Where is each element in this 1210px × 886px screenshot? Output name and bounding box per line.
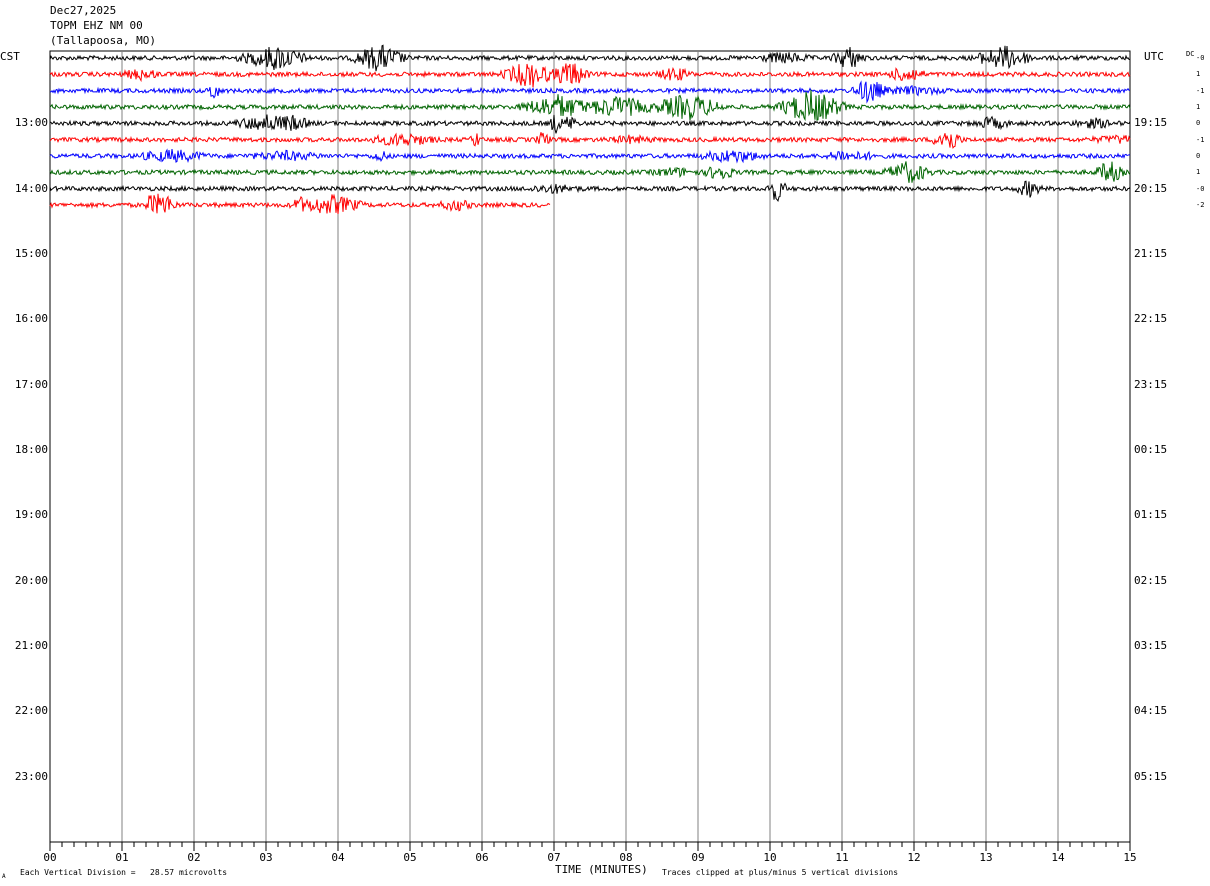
right-hour-label: 19:15 (1134, 116, 1168, 130)
left-hour-label: 21:00 (14, 639, 48, 652)
trace-row-6 (49, 148, 1131, 164)
helicorder-plot (49, 44, 1131, 851)
right-hour-label: 02:15 (1134, 573, 1168, 587)
x-tick-label: 06 (475, 851, 489, 864)
x-tick-label: 12 (907, 851, 921, 864)
trace-row-9 (49, 193, 551, 214)
trace-row-7 (49, 161, 1131, 183)
clip-note: Traces clipped at plus/minus 5 vertical … (662, 868, 899, 877)
trace-row-3 (49, 89, 1131, 122)
trace-row-5 (49, 132, 1131, 149)
x-axis-label: TIME (MINUTES) (555, 863, 648, 876)
right-hour-label: 05:15 (1134, 769, 1168, 783)
dc-value: -0 (1196, 54, 1205, 62)
corner-mark: A (2, 873, 6, 880)
dc-value: 1 (1196, 168, 1201, 177)
right-hour-label: 23:15 (1134, 377, 1168, 391)
right-hour-label: 20:15 (1134, 181, 1168, 195)
x-tick-label: 13 (979, 851, 993, 864)
dc-value: 0 (1196, 119, 1201, 128)
dc-value: -1 (1196, 86, 1205, 95)
x-tick-label: 00 (43, 851, 57, 864)
x-tick-label: 15 (1123, 851, 1137, 864)
right-hour-label: 22:15 (1134, 312, 1168, 326)
left-hour-label: 22:00 (14, 704, 48, 718)
scale-note: Each Vertical Division = 28.57 microvolt… (20, 868, 228, 877)
dc-value: 1 (1196, 103, 1201, 111)
right-hour-label: 21:15 (1134, 247, 1168, 260)
left-hour-label: 13:00 (14, 116, 48, 130)
x-tick-label: 05 (403, 851, 417, 864)
x-tick-label: 03 (259, 851, 273, 864)
trace-row-0 (49, 44, 1131, 72)
x-tick-label: 11 (835, 851, 849, 864)
right-hour-label: 01:15 (1134, 508, 1168, 522)
dc-value: -1 (1196, 135, 1205, 144)
x-tick-label: 14 (1051, 851, 1065, 864)
left-hour-label: 18:00 (14, 443, 48, 456)
right-hour-label: 04:15 (1134, 704, 1168, 718)
dc-value: 1 (1196, 70, 1201, 79)
dc-value: -0 (1196, 184, 1205, 193)
dc-value: 0 (1196, 152, 1201, 160)
x-tick-label: 09 (691, 851, 705, 864)
right-hour-label: 00:15 (1134, 443, 1168, 456)
x-tick-label: 01 (115, 851, 129, 864)
plot-frame (49, 50, 1131, 843)
left-hour-label: 16:00 (14, 312, 48, 326)
x-tick-label: 10 (763, 851, 777, 864)
trace-row-2 (49, 80, 1130, 104)
trace-row-1 (49, 63, 1131, 88)
trace-row-8 (49, 180, 1131, 203)
x-tick-label: 04 (331, 851, 345, 864)
x-tick-label: 02 (187, 851, 201, 864)
left-hour-label: 23:00 (14, 769, 48, 783)
left-hour-label: 19:00 (14, 508, 48, 522)
right-hour-label: 03:15 (1134, 639, 1168, 652)
left-hour-label: 15:00 (14, 247, 48, 260)
left-hour-label: 14:00 (14, 181, 48, 195)
dc-value: -2 (1196, 201, 1205, 209)
trace-row-4 (49, 114, 1131, 134)
left-hour-label: 20:00 (14, 573, 48, 587)
left-hour-label: 17:00 (14, 377, 48, 391)
